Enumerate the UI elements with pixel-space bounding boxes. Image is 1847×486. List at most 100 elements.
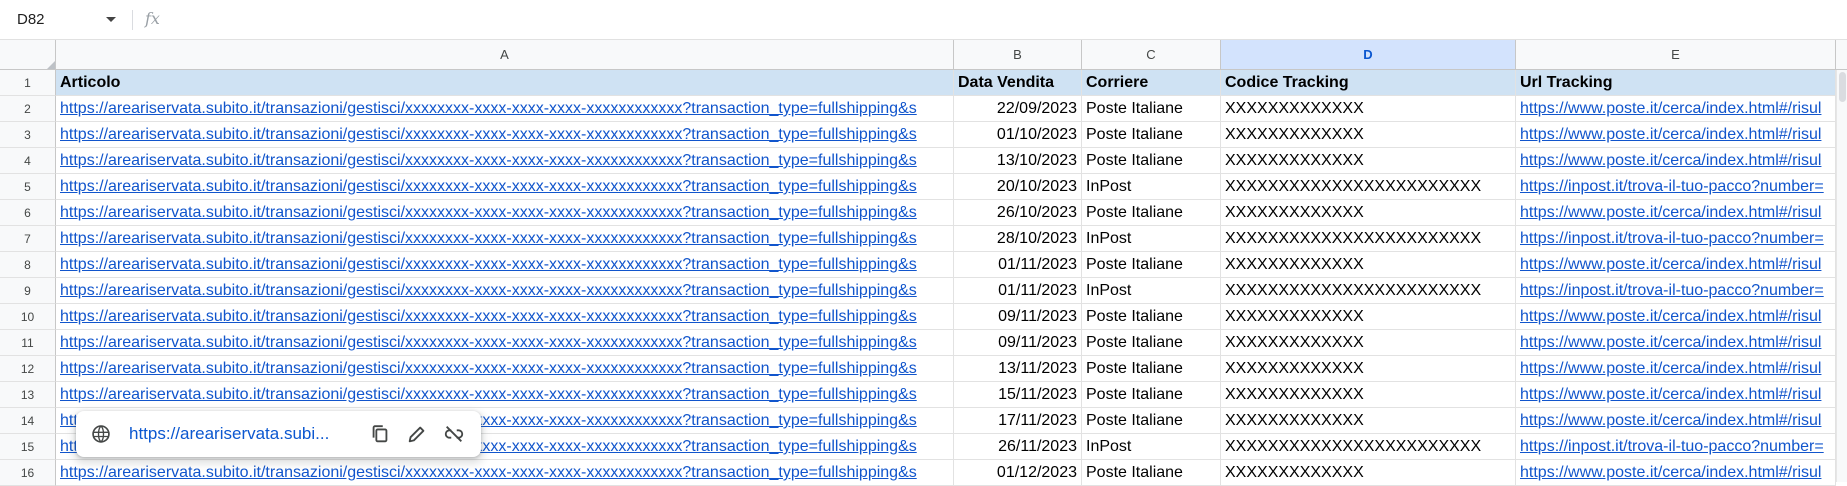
link-cell[interactable]: https://areariservata.subito.it/transazi… [56,330,954,356]
link-cell[interactable]: https://www.poste.it/cerca/index.html#/r… [1516,96,1836,122]
unlink-icon[interactable] [443,423,465,445]
table-cell[interactable]: Poste Italiane [1082,252,1221,278]
link-cell[interactable]: https://www.poste.it/cerca/index.html#/r… [1516,408,1836,434]
row-header[interactable]: 15 [0,434,56,460]
row-header[interactable]: 10 [0,304,56,330]
column-header-d[interactable]: D [1221,40,1516,69]
table-cell[interactable]: XXXXXXXXXXXXX [1221,408,1516,434]
row-header[interactable]: 14 [0,408,56,434]
link-cell[interactable]: https://inpost.it/trova-il-tuo-pacco?num… [1516,226,1836,252]
table-cell[interactable]: XXXXXXXXXXXXX [1221,304,1516,330]
link-cell[interactable]: https://areariservata.subito.it/transazi… [56,304,954,330]
table-cell[interactable]: 28/10/2023 [954,226,1082,252]
link-cell[interactable]: https://areariservata.subito.it/transazi… [56,382,954,408]
link-cell[interactable]: https://www.poste.it/cerca/index.html#/r… [1516,382,1836,408]
link-cell[interactable]: https://areariservata.subito.it/transazi… [56,148,954,174]
table-cell[interactable]: 22/09/2023 [954,96,1082,122]
link-cell[interactable]: https://www.poste.it/cerca/index.html#/r… [1516,252,1836,278]
table-cell[interactable]: XXXXXXXXXXXXX [1221,460,1516,486]
link-cell[interactable]: https://areariservata.subito.it/transazi… [56,122,954,148]
table-cell[interactable]: XXXXXXXXXXXXXXXXXXXXXXXX [1221,226,1516,252]
link-cell[interactable]: https://areariservata.subito.it/transazi… [56,174,954,200]
row-header[interactable]: 2 [0,96,56,122]
row-header[interactable]: 7 [0,226,56,252]
table-cell[interactable]: XXXXXXXXXXXXXXXXXXXXXXXX [1221,278,1516,304]
link-cell[interactable]: https://inpost.it/trova-il-tuo-pacco?num… [1516,174,1836,200]
link-cell[interactable]: https://areariservata.subito.it/transazi… [56,460,954,486]
table-cell[interactable]: 01/10/2023 [954,122,1082,148]
table-cell[interactable]: XXXXXXXXXXXXX [1221,252,1516,278]
table-cell[interactable]: InPost [1082,174,1221,200]
row-header[interactable]: 4 [0,148,56,174]
link-cell[interactable]: https://areariservata.subito.it/transazi… [56,226,954,252]
link-cell[interactable]: https://areariservata.subito.it/transazi… [56,200,954,226]
table-cell[interactable]: Poste Italiane [1082,382,1221,408]
formula-input[interactable] [180,9,1780,31]
link-cell[interactable]: https://www.poste.it/cerca/index.html#/r… [1516,122,1836,148]
name-box[interactable]: D82 [8,6,120,32]
row-header[interactable]: 13 [0,382,56,408]
row-header[interactable]: 6 [0,200,56,226]
row-header[interactable]: 16 [0,460,56,486]
table-cell[interactable]: Poste Italiane [1082,356,1221,382]
column-header-c[interactable]: C [1082,40,1221,69]
link-cell[interactable]: https://areariservata.subito.it/transazi… [56,278,954,304]
table-cell[interactable]: 01/11/2023 [954,252,1082,278]
link-cell[interactable]: https://www.poste.it/cerca/index.html#/r… [1516,356,1836,382]
table-cell[interactable]: XXXXXXXXXXXXX [1221,96,1516,122]
link-cell[interactable]: https://inpost.it/trova-il-tuo-pacco?num… [1516,278,1836,304]
table-cell[interactable]: Poste Italiane [1082,122,1221,148]
table-cell[interactable]: XXXXXXXXXXXXX [1221,330,1516,356]
row-header[interactable]: 3 [0,122,56,148]
table-cell[interactable]: InPost [1082,226,1221,252]
link-cell[interactable]: https://areariservata.subito.it/transazi… [56,252,954,278]
table-cell[interactable]: 09/11/2023 [954,304,1082,330]
table-cell[interactable]: 01/12/2023 [954,460,1082,486]
table-cell[interactable]: XXXXXXXXXXXXX [1221,148,1516,174]
header-cell-url-tracking[interactable]: Url Tracking [1516,70,1836,96]
row-header[interactable]: 5 [0,174,56,200]
row-header[interactable]: 1 [0,70,56,96]
link-cell[interactable]: https://www.poste.it/cerca/index.html#/r… [1516,330,1836,356]
header-cell-articolo[interactable]: Articolo [56,70,954,96]
table-cell[interactable]: 26/10/2023 [954,200,1082,226]
table-cell[interactable]: Poste Italiane [1082,460,1221,486]
table-cell[interactable]: XXXXXXXXXXXXX [1221,356,1516,382]
header-cell-corriere[interactable]: Corriere [1082,70,1221,96]
link-url[interactable]: https://areariservata.subi... [129,424,329,444]
row-header[interactable]: 11 [0,330,56,356]
header-cell-data-vendita[interactable]: Data Vendita [954,70,1082,96]
header-cell-codice-tracking[interactable]: Codice Tracking [1221,70,1516,96]
table-cell[interactable]: Poste Italiane [1082,148,1221,174]
table-cell[interactable]: 01/11/2023 [954,278,1082,304]
table-cell[interactable]: InPost [1082,278,1221,304]
row-header[interactable]: 12 [0,356,56,382]
table-cell[interactable]: 26/11/2023 [954,434,1082,460]
table-cell[interactable]: 20/10/2023 [954,174,1082,200]
table-cell[interactable]: 13/10/2023 [954,148,1082,174]
table-cell[interactable]: 13/11/2023 [954,356,1082,382]
link-cell[interactable]: https://www.poste.it/cerca/index.html#/r… [1516,460,1836,486]
column-header-a[interactable]: A [56,40,954,69]
table-cell[interactable]: Poste Italiane [1082,330,1221,356]
table-cell[interactable]: Poste Italiane [1082,408,1221,434]
copy-icon[interactable] [369,423,391,445]
link-cell[interactable]: https://areariservata.subito.it/transazi… [56,96,954,122]
table-cell[interactable]: 15/11/2023 [954,382,1082,408]
row-header[interactable]: 9 [0,278,56,304]
table-cell[interactable]: XXXXXXXXXXXXX [1221,200,1516,226]
table-cell[interactable]: InPost [1082,434,1221,460]
vertical-scrollbar[interactable] [1836,70,1847,482]
table-cell[interactable]: XXXXXXXXXXXXX [1221,122,1516,148]
select-all-corner[interactable] [0,40,56,69]
table-cell[interactable]: XXXXXXXXXXXXXXXXXXXXXXXX [1221,174,1516,200]
table-cell[interactable]: 09/11/2023 [954,330,1082,356]
link-cell[interactable]: https://www.poste.it/cerca/index.html#/r… [1516,304,1836,330]
link-cell[interactable]: https://areariservata.subito.it/transazi… [56,356,954,382]
edit-icon[interactable] [406,423,428,445]
chevron-down-icon[interactable] [106,17,116,22]
table-cell[interactable]: Poste Italiane [1082,96,1221,122]
table-cell[interactable]: XXXXXXXXXXXXX [1221,382,1516,408]
link-cell[interactable]: https://inpost.it/trova-il-tuo-pacco?num… [1516,434,1836,460]
link-cell[interactable]: https://www.poste.it/cerca/index.html#/r… [1516,200,1836,226]
